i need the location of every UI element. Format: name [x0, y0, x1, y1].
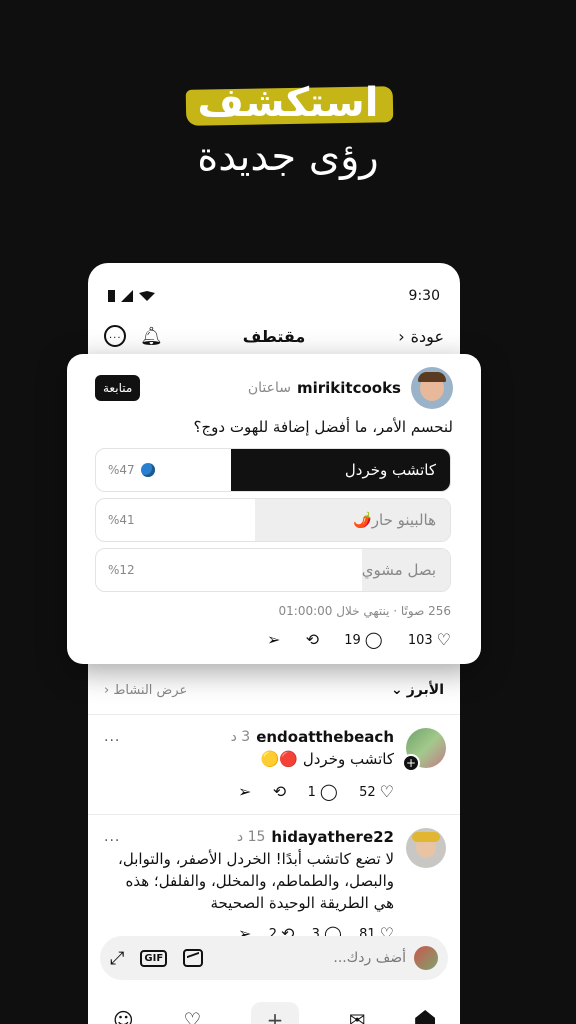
- poll-card: mirikitcooks ساعتان متابعة لنحسم الأمر، …: [67, 354, 481, 664]
- reply-button[interactable]: ◯ 19: [344, 632, 382, 648]
- wifi-icon: [139, 291, 155, 301]
- poll-option-percent: %41: [108, 513, 135, 527]
- comment-item: + endoatthebeach 3 د ... كاتشب وخردل 🔴🟡 …: [104, 728, 446, 808]
- comment-item: hidayathere22 15 د ... لا تضع كاتشب أبدً…: [104, 828, 446, 942]
- poll-option-label: بصل مشوي: [361, 561, 436, 579]
- comment-time: 3 د: [230, 729, 251, 745]
- hero: استكشف رؤى جديدة: [0, 78, 576, 180]
- heart-icon[interactable]: ♡: [183, 1008, 201, 1024]
- composer-tools: ⤢ GIF: [110, 948, 204, 969]
- comment-header: endoatthebeach 3 د ...: [104, 728, 394, 746]
- home-icon[interactable]: [415, 1010, 436, 1024]
- chevron-left-icon: ‹: [398, 326, 405, 346]
- like-button[interactable]: ♡ 52: [359, 784, 394, 800]
- create-post-button[interactable]: +: [251, 1002, 300, 1024]
- reply-button[interactable]: ◯ 1: [308, 784, 338, 800]
- poll-question: لنحسم الأمر، ما أفضل إضافة للهوت دوج؟: [193, 418, 453, 436]
- chevron-left-icon: ‹: [104, 682, 110, 698]
- comment-body: endoatthebeach 3 د ... كاتشب وخردل 🔴🟡 ♡ 5…: [104, 728, 394, 800]
- back-label: عودة: [410, 326, 444, 346]
- status-icons: [108, 290, 155, 302]
- poll-option-percent: %12: [108, 563, 135, 577]
- poll-option[interactable]: كاتشب وخردل %47: [95, 448, 451, 492]
- comment-text: لا تضع كاتشب أبدًا! الخردل الأصفر، والتو…: [118, 850, 394, 912]
- activity-bar: الأبرز ⌄ عرض النشاط ‹: [104, 678, 444, 702]
- share-button[interactable]: ➢: [238, 784, 251, 800]
- repost-button[interactable]: ⟲: [306, 632, 319, 648]
- avatar[interactable]: [411, 367, 453, 409]
- profile-icon[interactable]: ☺︎: [113, 1008, 134, 1024]
- reply-input[interactable]: أضف ردك...: [333, 950, 406, 966]
- send-icon: ➢: [238, 782, 252, 801]
- mail-icon[interactable]: ✉︎: [349, 1008, 366, 1024]
- cellular-icon: [121, 290, 133, 302]
- comment-text: كاتشب وخردل 🔴🟡: [260, 750, 394, 768]
- back-button[interactable]: عودة ‹: [398, 327, 444, 346]
- chevron-down-icon: ⌄: [391, 682, 403, 698]
- heart-icon: ♡: [436, 630, 451, 649]
- reply-icon: ◯: [364, 630, 383, 649]
- comment-time: 15 د: [236, 829, 266, 845]
- post-username[interactable]: mirikitcooks: [297, 379, 401, 397]
- share-button[interactable]: ➢: [267, 632, 280, 648]
- view-activity-link[interactable]: عرض النشاط ‹: [104, 683, 187, 698]
- status-bar: 9:30: [108, 287, 440, 305]
- poll-meta: 256 صوتًا · ينتهي خلال 01:00:00: [278, 604, 452, 618]
- status-time: 9:30: [408, 288, 440, 304]
- globe-icon: [140, 463, 155, 477]
- poll-option-percent: %47: [108, 449, 155, 491]
- image-icon[interactable]: [183, 949, 204, 967]
- poll-option-label: هالبينو حار🌶️: [353, 511, 436, 529]
- nav-actions: ... 🔔︎: [104, 325, 163, 347]
- poll-option[interactable]: هالبينو حار🌶️ %41: [95, 498, 451, 542]
- more-options-icon[interactable]: ...: [104, 325, 126, 347]
- top-nav: ... 🔔︎ مقتطف عودة ‹: [104, 323, 444, 349]
- hero-highlight: استكشف: [184, 78, 393, 128]
- reply-icon: ◯: [319, 782, 338, 801]
- follow-plus-icon[interactable]: +: [402, 754, 420, 772]
- follow-button[interactable]: متابعة: [95, 375, 141, 401]
- sort-dropdown[interactable]: الأبرز ⌄: [391, 682, 444, 698]
- repost-button[interactable]: ⟲: [273, 784, 286, 800]
- comment-actions: ♡ 52 ◯ 1 ⟲ ➢: [238, 784, 394, 800]
- heart-icon: ♡: [379, 782, 394, 801]
- avatar: [414, 946, 438, 970]
- tab-bar: ☺︎ ♡ + ✉︎: [88, 995, 460, 1024]
- post-actions: ♡ 103 ◯ 19 ⟲ ➢: [267, 632, 451, 648]
- sort-label: الأبرز: [406, 682, 444, 698]
- more-icon[interactable]: ...: [104, 829, 120, 845]
- expand-icon[interactable]: ⤢: [110, 948, 124, 969]
- more-icon[interactable]: ...: [104, 729, 120, 745]
- comment-username[interactable]: endoatthebeach: [256, 728, 394, 746]
- comment-header: hidayathere22 15 د ...: [104, 828, 394, 846]
- post-time: ساعتان: [247, 380, 291, 396]
- hero-subtitle: رؤى جديدة: [197, 134, 379, 180]
- repost-icon: ⟲: [305, 630, 319, 649]
- divider: [88, 814, 460, 815]
- send-icon: ➢: [267, 630, 281, 649]
- comment-body: hidayathere22 15 د ... لا تضع كاتشب أبدً…: [104, 828, 394, 942]
- gif-icon[interactable]: GIF: [140, 949, 168, 967]
- reply-composer[interactable]: أضف ردك... ⤢ GIF: [100, 936, 448, 980]
- like-button[interactable]: ♡ 103: [408, 632, 451, 648]
- poll-option[interactable]: بصل مشوي %12: [95, 548, 451, 592]
- bell-icon[interactable]: 🔔︎: [140, 326, 163, 347]
- comment-username[interactable]: hidayathere22: [271, 828, 394, 846]
- divider: [88, 714, 460, 715]
- post-header: mirikitcooks ساعتان متابعة: [95, 366, 453, 410]
- avatar[interactable]: [406, 828, 446, 868]
- repost-icon: ⟲: [272, 782, 287, 801]
- poll-option-label: كاتشب وخردل: [344, 461, 436, 479]
- battery-icon: [108, 290, 115, 302]
